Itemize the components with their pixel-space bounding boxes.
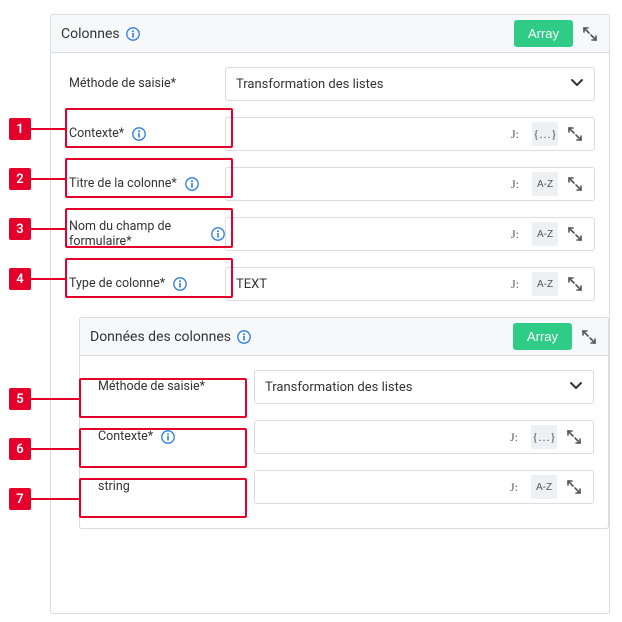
select-value: Transformation des listes	[265, 380, 412, 395]
callout-2: 2	[9, 168, 31, 190]
js-adorn[interactable]: J:	[501, 475, 527, 499]
js-adorn[interactable]: J:	[502, 122, 528, 146]
select-inner-methode[interactable]: Transformation des listes	[254, 370, 594, 404]
info-icon[interactable]	[211, 227, 225, 241]
input-area[interactable]	[226, 168, 502, 200]
callout-4: 4	[9, 268, 31, 290]
row-type-colonne: Type de colonne* TEXT J: A-Z	[65, 267, 595, 301]
expand-adorn-icon[interactable]	[562, 272, 588, 296]
expand-icon[interactable]	[581, 25, 599, 43]
array-button[interactable]: Array	[514, 20, 573, 47]
colonnes-panel: Colonnes Array Méthode de saisie* Transf…	[50, 14, 610, 614]
label-nomchamp: Nom du champ de formulaire*	[65, 219, 225, 249]
donnees-panel-body: Méthode de saisie* Transformation des li…	[80, 356, 608, 528]
input-area[interactable]	[226, 118, 502, 150]
select-value: Transformation des listes	[236, 77, 383, 92]
info-icon[interactable]	[161, 430, 175, 444]
label-text: Type de colonne*	[69, 276, 165, 292]
info-icon[interactable]	[185, 177, 199, 191]
callout-line	[31, 398, 79, 400]
js-adorn[interactable]: J:	[501, 425, 527, 449]
row-contexte: Contexte* J: {…}	[65, 117, 595, 151]
row-nom-champ: Nom du champ de formulaire* J: A-Z	[65, 217, 595, 251]
callout-3: 3	[9, 218, 31, 240]
row-inner-contexte: Contexte* J: {…}	[94, 420, 594, 454]
callout-line	[31, 498, 79, 500]
info-icon[interactable]	[237, 330, 251, 344]
callout-line	[31, 278, 65, 280]
label-typecol: Type de colonne*	[65, 276, 225, 292]
label-methode: Méthode de saisie*	[65, 76, 225, 92]
az-adorn[interactable]: A-Z	[532, 222, 558, 246]
label-text: Méthode de saisie*	[98, 379, 205, 395]
expand-adorn-icon[interactable]	[562, 122, 588, 146]
select-methode[interactable]: Transformation des listes	[225, 67, 595, 101]
donnees-panel-header: Données des colonnes Array	[80, 318, 608, 356]
info-icon[interactable]	[173, 277, 187, 291]
donnees-panel: Données des colonnes Array Méthode de sa…	[79, 317, 609, 529]
info-icon[interactable]	[132, 127, 146, 141]
label-inner-contexte: Contexte*	[94, 429, 254, 445]
label-contexte: Contexte*	[65, 126, 225, 142]
label-inner-methode: Méthode de saisie*	[94, 379, 254, 395]
az-adorn[interactable]: A-Z	[532, 272, 558, 296]
input-area[interactable]	[226, 218, 502, 250]
brackets-adorn[interactable]: {…}	[532, 122, 558, 146]
js-adorn[interactable]: J:	[502, 172, 528, 196]
panel-title: Données des colonnes	[90, 329, 231, 345]
input-area[interactable]	[255, 421, 501, 453]
callout-6: 6	[9, 438, 31, 460]
expand-adorn-icon[interactable]	[561, 425, 587, 449]
callout-line	[31, 128, 65, 130]
js-adorn[interactable]: J:	[502, 272, 528, 296]
colonnes-panel-header: Colonnes Array	[51, 15, 609, 53]
label-inner-string: string	[94, 479, 254, 495]
expand-adorn-icon[interactable]	[561, 475, 587, 499]
label-text: string	[98, 479, 130, 495]
info-icon[interactable]	[126, 27, 140, 41]
label-text: Contexte*	[69, 126, 124, 142]
az-adorn[interactable]: A-Z	[531, 475, 557, 499]
row-inner-methode: Méthode de saisie* Transformation des li…	[94, 370, 594, 404]
js-adorn[interactable]: J:	[502, 222, 528, 246]
input-typecol[interactable]: TEXT J: A-Z	[225, 267, 595, 301]
expand-adorn-icon[interactable]	[562, 222, 588, 246]
input-titre[interactable]: J: A-Z	[225, 167, 595, 201]
input-inner-string[interactable]: J: A-Z	[254, 470, 594, 504]
az-adorn[interactable]: A-Z	[532, 172, 558, 196]
brackets-adorn[interactable]: {…}	[531, 425, 557, 449]
row-titre-colonne: Titre de la colonne* J: A-Z	[65, 167, 595, 201]
callout-line	[31, 448, 79, 450]
label-text: Nom du champ de formulaire*	[69, 219, 203, 249]
callout-7: 7	[9, 488, 31, 510]
callout-1: 1	[9, 118, 31, 140]
chevron-down-icon	[570, 76, 584, 92]
input-area[interactable]	[255, 471, 501, 503]
expand-adorn-icon[interactable]	[562, 172, 588, 196]
callout-5: 5	[9, 388, 31, 410]
callout-line	[31, 228, 65, 230]
array-button[interactable]: Array	[513, 323, 572, 350]
label-titre: Titre de la colonne*	[65, 176, 225, 192]
input-contexte[interactable]: J: {…}	[225, 117, 595, 151]
chevron-down-icon	[569, 379, 583, 395]
colonnes-panel-body: Méthode de saisie* Transformation des li…	[51, 53, 609, 537]
row-inner-string: string J: A-Z	[94, 470, 594, 504]
input-area: TEXT	[226, 268, 502, 300]
label-text: Méthode de saisie*	[69, 76, 176, 92]
expand-icon[interactable]	[580, 328, 598, 346]
label-text: Contexte*	[98, 429, 153, 445]
panel-title: Colonnes	[61, 26, 120, 42]
label-text: Titre de la colonne*	[69, 176, 177, 192]
input-nomchamp[interactable]: J: A-Z	[225, 217, 595, 251]
row-methode-de-saisie: Méthode de saisie* Transformation des li…	[65, 67, 595, 101]
input-inner-contexte[interactable]: J: {…}	[254, 420, 594, 454]
callout-line	[31, 178, 65, 180]
